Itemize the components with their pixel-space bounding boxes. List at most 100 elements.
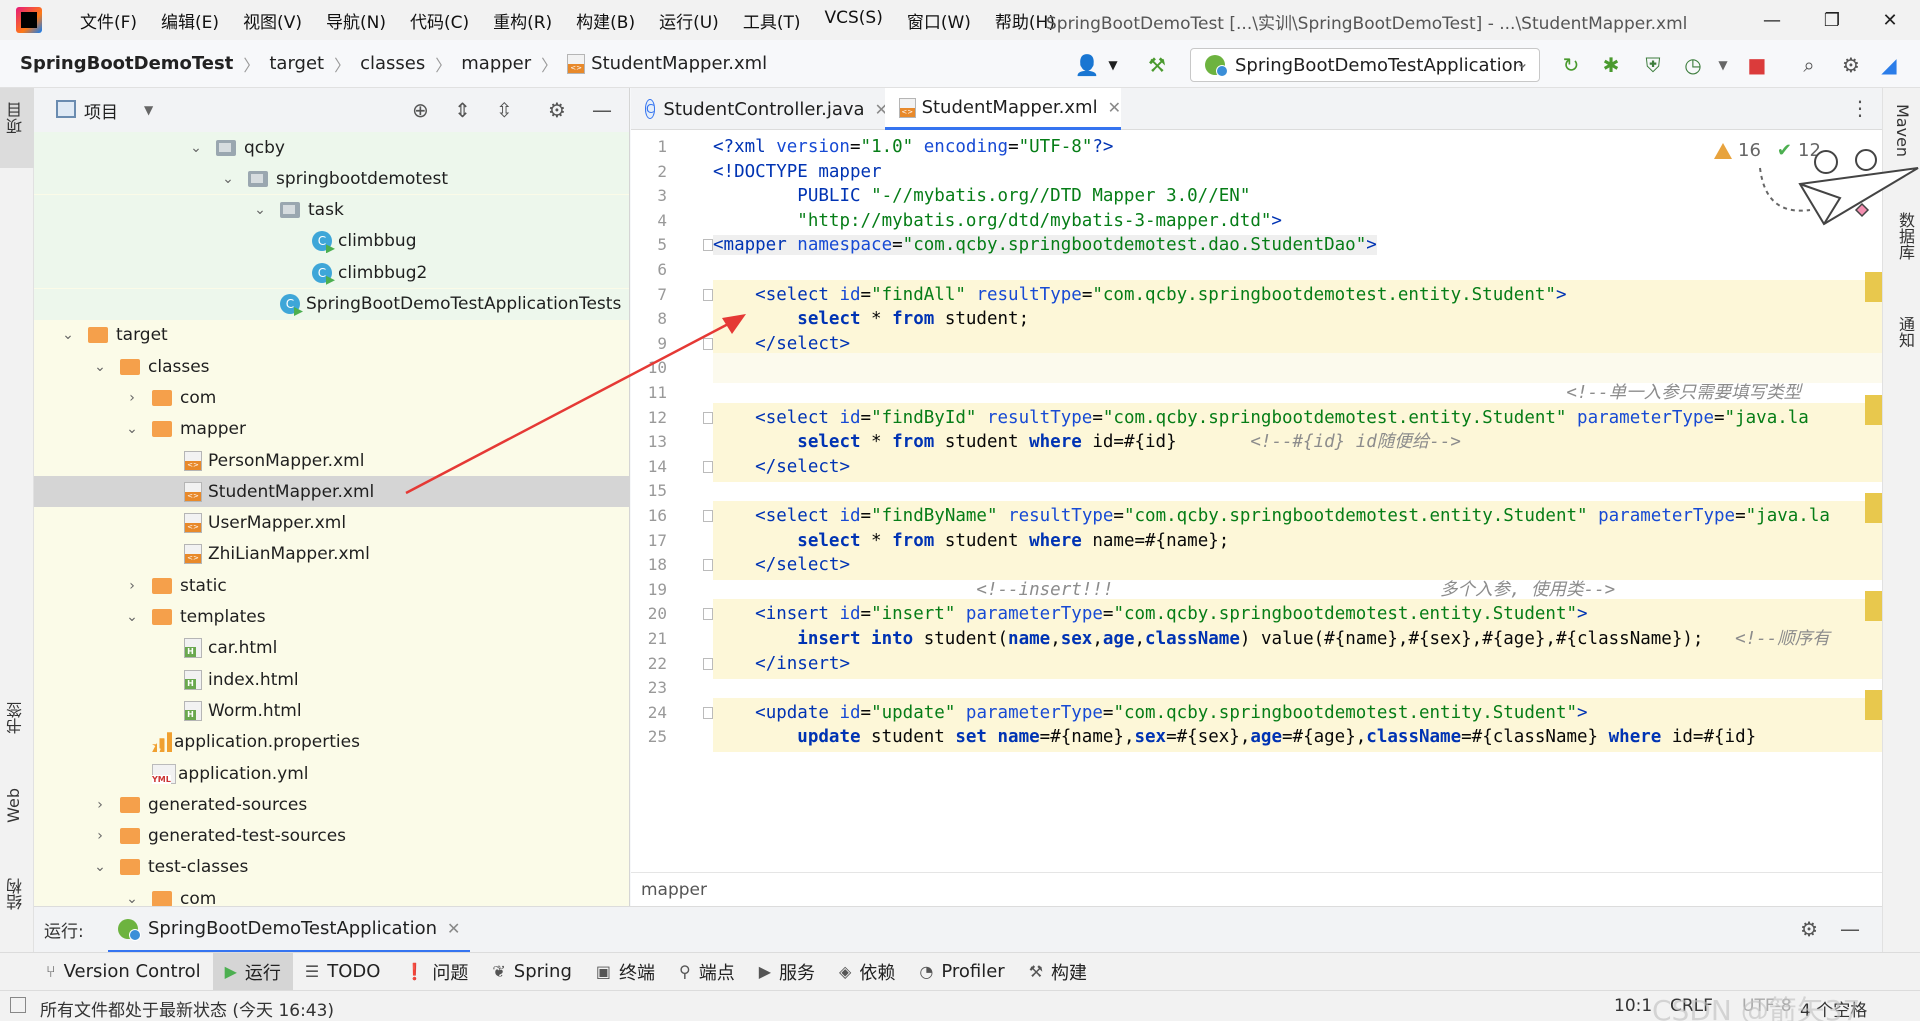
profile-icon[interactable]: ◷ xyxy=(1680,52,1706,78)
hide-panel-icon[interactable]: — xyxy=(592,98,612,122)
gear-icon[interactable]: ⚙ xyxy=(1800,917,1818,941)
toolbox-icon[interactable]: ◢ xyxy=(1876,52,1902,78)
tree-item[interactable]: index.html xyxy=(34,664,629,695)
tree-item[interactable]: ⌄ qcby xyxy=(34,132,629,163)
tree-item[interactable]: ZhiLianMapper.xml xyxy=(34,539,629,570)
tree-item[interactable]: Worm.html xyxy=(34,695,629,726)
rerun-icon[interactable]: ↻ xyxy=(1558,52,1584,78)
chevron-right-icon[interactable]: › xyxy=(124,390,140,406)
editor-breadcrumb[interactable]: mapper xyxy=(631,872,1882,906)
chevron-down-icon[interactable]: ⌄ xyxy=(124,891,140,906)
menu-item-1[interactable]: 编辑(E) xyxy=(149,8,231,33)
tree-item[interactable]: application.yml xyxy=(34,758,629,789)
code-editor[interactable]: <?xml version="1.0" encoding="UTF-8"?> <!… xyxy=(713,130,1882,872)
breadcrumb-file[interactable]: StudentMapper.xml xyxy=(591,53,767,74)
tree-item[interactable]: application.properties xyxy=(34,727,629,758)
breadcrumb-classes[interactable]: classes xyxy=(360,53,425,74)
tool-button-7[interactable]: ▶ 服务 xyxy=(747,953,827,991)
strip-tab-structure[interactable]: 结构 xyxy=(4,878,28,910)
fold-marker-icon[interactable] xyxy=(703,337,713,350)
chevron-down-icon[interactable]: ⌄ xyxy=(124,609,140,625)
run-tab[interactable]: SpringBootDemoTestApplication ✕ xyxy=(108,907,471,953)
strip-tab-web[interactable]: Web xyxy=(4,788,23,823)
scrollbar-marker[interactable] xyxy=(1865,689,1882,720)
locate-icon[interactable]: ⊕ xyxy=(412,98,429,122)
tool-button-2[interactable]: ☰ TODO xyxy=(293,953,393,991)
chevron-down-icon[interactable]: ⌄ xyxy=(92,859,108,875)
menu-item-4[interactable]: 代码(C) xyxy=(398,8,481,33)
app-logo-icon[interactable] xyxy=(16,7,42,33)
project-title[interactable]: 项目 xyxy=(84,98,118,123)
search-icon[interactable]: ⌕ xyxy=(1796,52,1822,78)
chevron-down-icon[interactable]: ⌄ xyxy=(124,421,140,437)
scrollbar-marker[interactable] xyxy=(1865,394,1882,425)
tree-item[interactable]: ⌄ springbootdemotest xyxy=(34,163,629,195)
tool-button-3[interactable]: ❗ 问题 xyxy=(392,953,480,991)
tree-item[interactable]: car.html xyxy=(34,633,629,664)
fold-marker-icon[interactable] xyxy=(703,608,713,621)
chevron-down-icon[interactable]: ⌄ xyxy=(188,140,204,156)
debug-icon[interactable]: ✱ xyxy=(1598,52,1624,78)
coverage-icon[interactable]: ⛨ xyxy=(1640,52,1666,78)
fold-marker-icon[interactable] xyxy=(703,657,713,670)
strip-tab-notifications[interactable]: 通知 xyxy=(1893,316,1917,348)
tool-button-10[interactable]: ⚒ 构建 xyxy=(1017,953,1099,991)
fold-marker-icon[interactable] xyxy=(703,460,713,473)
breadcrumb-project[interactable]: SpringBootDemoTest xyxy=(20,53,233,74)
tab-student-mapper[interactable]: StudentMapper.xml ✕ xyxy=(885,88,1121,130)
strip-tab-maven[interactable]: Maven xyxy=(1893,104,1912,157)
caret-position[interactable]: 10:1 xyxy=(1614,996,1652,1016)
user-icon[interactable]: 👤 xyxy=(1074,52,1100,78)
tree-item[interactable]: › static xyxy=(34,570,629,601)
tree-item[interactable]: UserMapper.xml xyxy=(34,508,629,539)
menu-item-8[interactable]: 工具(T) xyxy=(731,8,813,33)
tree-item[interactable]: ⌄ templates xyxy=(34,602,629,633)
collapse-all-icon[interactable]: ⇳ xyxy=(496,98,513,122)
breadcrumb-target[interactable]: target xyxy=(269,53,324,74)
breadcrumb-mapper[interactable]: mapper xyxy=(461,53,531,74)
hammer-build-icon[interactable]: ⚒ xyxy=(1144,52,1170,78)
tree-item[interactable]: › generated-test-sources xyxy=(34,821,629,852)
tab-student-controller[interactable]: C StudentController.java ✕ xyxy=(631,88,888,130)
tree-item[interactable]: Cclimbbug xyxy=(34,225,629,257)
tree-item[interactable]: ⌄ test-classes xyxy=(34,852,629,883)
tree-item[interactable]: C SpringBootDemoTestApplicationTests xyxy=(34,288,629,320)
scrollbar-marker[interactable] xyxy=(1865,271,1882,302)
chevron-right-icon[interactable]: › xyxy=(92,797,108,813)
chevron-down-icon[interactable]: ⌄ xyxy=(252,202,268,218)
menu-item-7[interactable]: 运行(U) xyxy=(647,8,731,33)
tool-button-8[interactable]: ◈ 依赖 xyxy=(827,953,907,991)
close-icon[interactable]: ✕ xyxy=(1860,0,1920,40)
tree-item[interactable]: › generated-sources xyxy=(34,789,629,820)
tree-item[interactable]: ⌄ target xyxy=(34,320,629,351)
scrollbar-marker[interactable] xyxy=(1865,591,1882,622)
tree-item[interactable]: › com xyxy=(34,382,629,413)
tree-item[interactable]: ⌄ com xyxy=(34,883,629,906)
tree-item[interactable]: Cclimbbug2 xyxy=(34,257,629,289)
close-tab-icon[interactable]: ✕ xyxy=(1108,98,1121,117)
menu-item-0[interactable]: 文件(F) xyxy=(68,8,149,33)
chevron-down-icon[interactable]: ⌄ xyxy=(220,171,236,187)
minimize-icon[interactable]: — xyxy=(1742,0,1802,40)
run-configuration-select[interactable]: SpringBootDemoTestApplication ⌄ xyxy=(1190,48,1540,82)
menu-item-9[interactable]: VCS(S) xyxy=(812,8,894,33)
chevron-down-icon[interactable]: ▼ xyxy=(1100,52,1126,78)
tool-button-0[interactable]: ⑂ Version Control xyxy=(34,953,213,991)
expand-all-icon[interactable]: ⇕ xyxy=(454,98,471,122)
fold-marker-icon[interactable] xyxy=(703,559,713,572)
fold-marker-icon[interactable] xyxy=(703,706,713,719)
menu-item-5[interactable]: 重构(R) xyxy=(481,8,564,33)
tree-item[interactable]: StudentMapper.xml xyxy=(34,476,629,508)
tree-item[interactable]: ⌄ mapper xyxy=(34,414,629,445)
menu-item-6[interactable]: 构建(B) xyxy=(564,8,647,33)
tool-button-6[interactable]: ⚲ 端点 xyxy=(667,953,747,991)
fold-marker-icon[interactable] xyxy=(703,288,713,301)
tree-item[interactable]: ⌄ task xyxy=(34,194,629,226)
menu-item-3[interactable]: 导航(N) xyxy=(314,8,398,33)
tree-item[interactable]: PersonMapper.xml xyxy=(34,445,629,476)
layout-icon[interactable] xyxy=(10,997,26,1013)
close-tab-icon[interactable]: ✕ xyxy=(447,919,460,938)
maximize-icon[interactable]: ❐ xyxy=(1802,0,1862,40)
chevron-down-icon[interactable]: ▼ xyxy=(1710,52,1736,78)
inspection-widget[interactable]: 16 ✔ 12 xyxy=(1714,140,1821,161)
